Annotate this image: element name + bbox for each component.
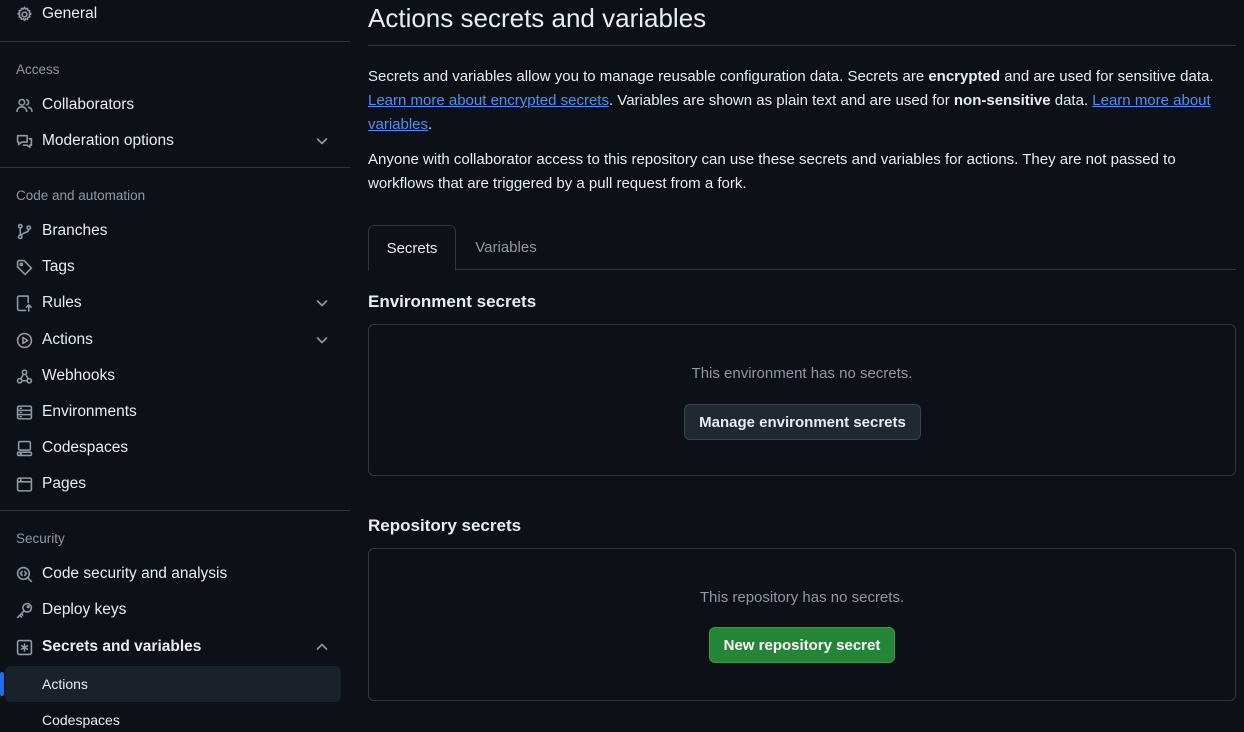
comment-discussion-icon [15,132,33,150]
sidebar-item-label: Actions [42,331,93,348]
sidebar-item-general[interactable]: General [0,0,350,31]
tab-secrets[interactable]: Secrets [368,225,456,271]
environment-secrets-heading: Environment secrets [368,292,537,311]
active-indicator [0,672,4,696]
sidebar-item-label: General [42,5,98,22]
sidebar-item-label: Actions [42,676,88,692]
intro-paragraph: Secrets and variables allow you to manag… [368,65,1236,137]
sidebar-item-tags[interactable]: Tags [0,250,350,284]
sidebar-item-label: Moderation options [42,132,174,149]
people-icon [15,96,33,114]
sidebar-item-label: Tags [42,258,75,275]
new-repository-secret-button[interactable]: New repository secret [709,627,895,663]
divider [0,167,350,168]
sidebar-item-secrets-variables[interactable]: Secrets and variables [0,630,350,664]
page-title: Actions secrets and variables [368,3,707,33]
sidebar-item-label: Branches [42,222,108,239]
manage-environment-secrets-button[interactable]: Manage environment secrets [684,404,921,440]
intro-text: and are used for sensitive data. [1000,68,1214,85]
sidebar-item-code-security[interactable]: Code security and analysis [0,557,350,591]
sidebar-item-codespaces[interactable]: Codespaces [0,431,350,465]
chevron-up-icon[interactable] [314,639,330,655]
settings-sidebar: General Access Collaborators Moderation … [0,0,350,732]
divider [0,41,350,42]
codescan-icon [15,565,33,583]
divider [0,510,350,511]
main-content: Actions secrets and variables Secrets an… [368,0,1236,732]
sidebar-item-label: Codespaces [42,439,129,456]
environment-secrets-box: This environment has no secrets. Manage … [368,324,1236,476]
intro-bold-non-sensitive: non-sensitive [953,92,1051,109]
tab-variables[interactable]: Variables [456,225,556,270]
sidebar-item-rules[interactable]: Rules [0,286,350,320]
sidebar-item-moderation[interactable]: Moderation options [0,124,350,158]
sidebar-item-webhooks[interactable]: Webhooks [0,359,350,393]
repository-secrets-heading: Repository secrets [368,516,522,535]
sidebar-item-environments[interactable]: Environments [0,395,350,429]
intro-text: Secrets and variables allow you to manag… [368,68,929,85]
section-heading-access: Access [16,62,60,77]
codespaces-icon [15,439,33,457]
intro-text: . Variables are shown as plain text and … [608,92,954,109]
sidebar-item-deploy-keys[interactable]: Deploy keys [0,593,350,627]
sidebar-item-label: Secrets and variables [42,638,202,655]
repository-empty-message: This repository has no secrets. [699,589,905,606]
sidebar-item-label: Codespaces [42,712,120,728]
sidebar-item-label: Deploy keys [42,601,127,618]
chevron-down-icon[interactable] [314,332,330,348]
tab-bar: Secrets Variables [368,225,1236,271]
sidebar-item-pages[interactable]: Pages [0,467,350,501]
section-heading-security: Security [16,531,65,546]
sidebar-subitem-actions[interactable]: Actions [5,666,341,702]
browser-icon [15,475,33,493]
sidebar-item-label: Pages [42,475,86,492]
section-heading-code-automation: Code and automation [16,188,146,203]
asterisk-box-icon [15,638,33,656]
sidebar-item-collaborators[interactable]: Collaborators [0,88,350,122]
sidebar-item-label: Environments [42,403,137,420]
access-note: Anyone with collaborator access to this … [368,151,1176,192]
git-branch-icon [15,222,33,240]
environment-empty-message: This environment has no secrets. [691,365,913,382]
sidebar-item-label: Rules [42,294,82,311]
play-icon [15,331,33,349]
repository-secrets-box: This repository has no secrets. New repo… [368,548,1236,701]
intro-text: . [428,116,433,133]
sidebar-subitem-codespaces[interactable]: Codespaces [5,702,341,732]
learn-more-secrets-link[interactable]: Learn more about encrypted secrets [368,92,609,109]
sidebar-item-branches[interactable]: Branches [0,214,350,248]
gear-icon [15,5,33,23]
sidebar-item-label: Code security and analysis [42,565,228,582]
intro-text: data. [1050,92,1093,109]
sidebar-item-actions[interactable]: Actions [0,323,350,357]
divider [368,45,1236,46]
tag-icon [15,258,33,276]
chevron-down-icon[interactable] [314,133,330,149]
sidebar-item-label: Webhooks [42,367,115,384]
sidebar-item-label: Collaborators [42,96,135,113]
key-icon [15,601,33,619]
intro-bold-encrypted: encrypted [928,68,1001,85]
webhook-icon [15,367,33,385]
server-icon [15,403,33,421]
chevron-down-icon[interactable] [314,295,330,311]
repo-push-icon [15,294,33,312]
